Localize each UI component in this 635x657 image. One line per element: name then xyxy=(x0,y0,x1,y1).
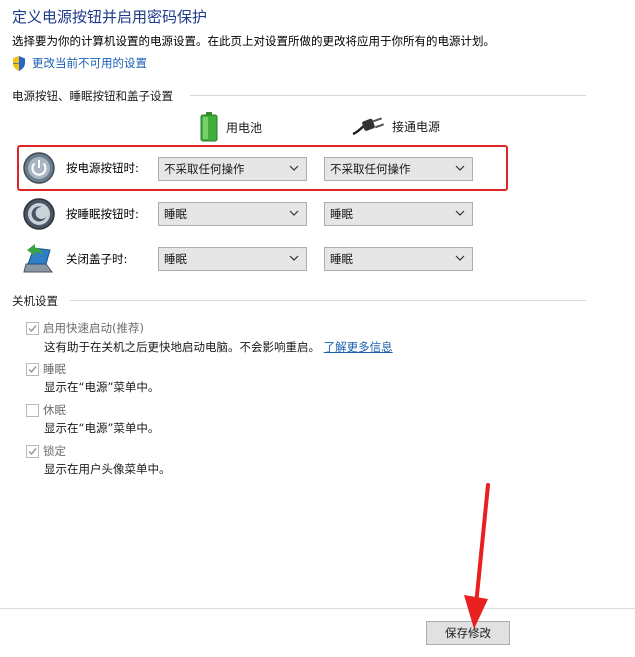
checkmark-icon xyxy=(28,365,37,373)
uac-shield-icon xyxy=(13,55,25,71)
fast-startup-label: 启用快速启动(推荐) xyxy=(43,321,144,335)
sleep-label: 睡眠 xyxy=(43,362,66,376)
laptop-lid-icon xyxy=(23,244,53,273)
chevron-down-icon xyxy=(289,255,299,261)
shutdown-group-title: 关机设置 xyxy=(12,294,58,308)
lock-checkbox[interactable] xyxy=(26,444,39,458)
sleep-button-label: 按睡眠按钮时: xyxy=(66,207,139,221)
chevron-down-icon xyxy=(455,210,465,216)
lid-close-battery-value: 睡眠 xyxy=(164,252,187,266)
plugged-column-label: 接通电源 xyxy=(392,119,441,134)
checkmark-icon xyxy=(28,447,37,455)
sleep-button-icon xyxy=(23,198,55,230)
footer-divider xyxy=(0,608,635,609)
hibernate-label: 休眠 xyxy=(43,403,66,417)
fast-startup-desc-text: 这有助于在关机之后更快地启动电脑。不会影响重启。 xyxy=(44,340,320,354)
power-group-title: 电源按钮、睡眠按钮和盖子设置 xyxy=(12,89,173,103)
battery-column-header: 用电池 xyxy=(200,112,262,142)
lid-close-battery-select[interactable]: 睡眠 xyxy=(158,247,307,271)
lid-close-plugged-value: 睡眠 xyxy=(330,252,353,266)
sleep-button-plugged-select[interactable]: 睡眠 xyxy=(324,202,473,226)
highlight-box xyxy=(17,145,508,191)
power-group-divider xyxy=(190,95,586,96)
sleep-checkbox[interactable] xyxy=(26,362,39,376)
change-link-label: 更改当前不可用的设置 xyxy=(32,56,147,70)
lid-close-label: 关闭盖子时: xyxy=(66,252,128,266)
sleep-button-battery-select[interactable]: 睡眠 xyxy=(158,202,307,226)
hibernate-checkbox[interactable] xyxy=(26,403,39,417)
lock-label: 锁定 xyxy=(43,444,66,458)
learn-more-link[interactable]: 了解更多信息 xyxy=(324,340,393,354)
hibernate-checkbox-row[interactable]: 休眠 xyxy=(26,402,66,418)
sleep-button-row: 按睡眠按钮时: xyxy=(22,197,158,231)
lid-close-row: 关闭盖子时: xyxy=(22,242,158,276)
fast-startup-checkbox-row[interactable]: 启用快速启动(推荐) xyxy=(26,320,144,336)
chevron-down-icon xyxy=(289,210,299,216)
sleep-button-battery-value: 睡眠 xyxy=(164,207,187,221)
lock-checkbox-row[interactable]: 锁定 xyxy=(26,443,66,459)
sleep-checkbox-row[interactable]: 睡眠 xyxy=(26,361,66,377)
shutdown-group-divider xyxy=(70,300,586,301)
battery-icon xyxy=(200,112,218,142)
chevron-down-icon xyxy=(455,255,465,261)
plugged-column-header: 接通电源 xyxy=(352,116,440,136)
battery-column-label: 用电池 xyxy=(226,120,263,135)
hibernate-description: 显示在“电源”菜单中。 xyxy=(44,421,160,435)
change-unavailable-settings-link[interactable]: 更改当前不可用的设置 xyxy=(12,55,147,71)
sleep-button-plugged-value: 睡眠 xyxy=(330,207,353,221)
sleep-description: 显示在“电源”菜单中。 xyxy=(44,380,160,394)
page-title: 定义电源按钮并启用密码保护 xyxy=(12,8,208,26)
lid-close-plugged-select[interactable]: 睡眠 xyxy=(324,247,473,271)
fast-startup-checkbox[interactable] xyxy=(26,321,39,335)
lock-description: 显示在用户头像菜单中。 xyxy=(44,462,171,476)
page-subtitle: 选择要为你的计算机设置的电源设置。在此页上对设置所做的更改将应用于你所有的电源计… xyxy=(12,34,495,48)
fast-startup-description: 这有助于在关机之后更快地启动电脑。不会影响重启。 了解更多信息 xyxy=(44,339,393,355)
checkmark-icon xyxy=(28,324,37,332)
power-plug-icon xyxy=(352,117,384,136)
red-arrow-annotation-icon xyxy=(464,483,490,629)
